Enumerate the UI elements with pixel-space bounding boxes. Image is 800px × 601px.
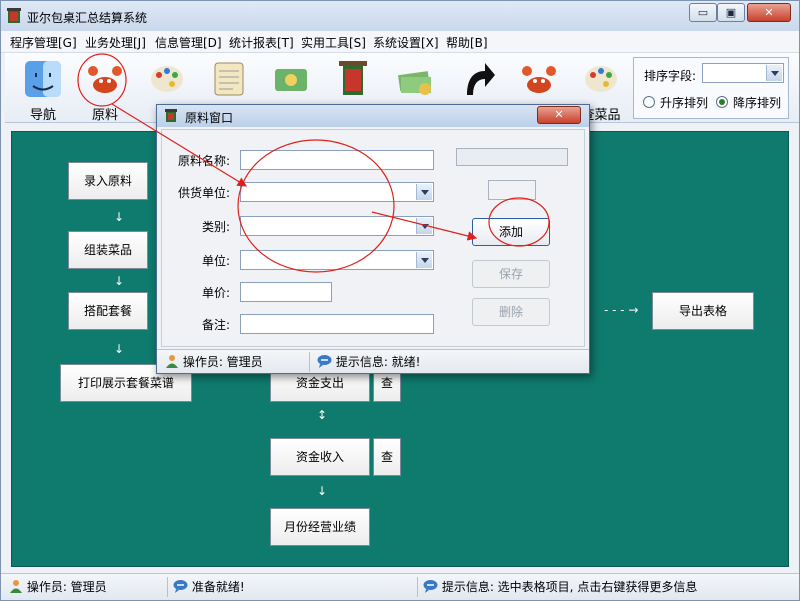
chat-bubble-icon	[317, 355, 332, 368]
dialog-title: 原料窗口	[185, 111, 234, 125]
status-hint-text: 提示信息: 选中表格项目, 点击右键获得更多信息	[441, 580, 698, 594]
dialog-body: 原料名称: 供货单位: 类别: 单位: 单价: 备注: 添加 保存 删除	[161, 129, 585, 347]
crab-icon	[88, 66, 122, 93]
toolbar-label-nav: 导航	[29, 108, 56, 123]
info-readonly-box	[456, 148, 568, 166]
sort-field-label: 排序字段:	[644, 69, 697, 83]
window-title: 亚尔包桌汇总结算系统	[27, 11, 148, 25]
dialog-status-bar: 操作员: 管理员 提示信息: 就绪!	[157, 349, 589, 373]
add-button[interactable]: 添加	[472, 218, 550, 246]
status-ready: 准备就绪!	[173, 577, 413, 597]
menu-business[interactable]: 业务处理[J]	[85, 34, 146, 51]
flow-arrow-down: ↓	[317, 484, 328, 498]
bun-scroll-icon	[339, 61, 367, 95]
fund-income-query-button[interactable]: 查	[373, 438, 401, 476]
toolbar-button-nav[interactable]: 导航	[15, 55, 71, 123]
dialog-title-bar: 原料窗口 ✕	[157, 105, 589, 127]
chevron-down-icon[interactable]	[416, 184, 432, 200]
dialog-close-button[interactable]: ✕	[537, 106, 581, 124]
menu-program[interactable]: 程序管理[G]	[10, 34, 77, 51]
material-dialog: 原料窗口 ✕ 原料名称: 供货单位: 类别: 单位: 单价: 备注: 添加 保存…	[156, 104, 590, 374]
chevron-down-icon[interactable]	[416, 252, 432, 268]
crab-icon	[522, 66, 556, 93]
image-placeholder-box	[488, 180, 536, 200]
cash-stack-icon	[398, 71, 431, 95]
status-bar: 操作员: 管理员 准备就绪! 提示信息: 选中表格项目, 点击右键获得更多信息	[1, 573, 799, 600]
dialog-status-operator-text: 操作员: 管理员	[182, 355, 263, 369]
status-operator-text: 操作员: 管理员	[26, 580, 107, 594]
title-bar: 亚尔包桌汇总结算系统 ▭ ▣ ✕	[1, 1, 799, 31]
chevron-down-icon[interactable]	[766, 65, 782, 81]
black-arrow-icon	[467, 63, 495, 95]
toolbar-button-material[interactable]: 原料	[77, 55, 133, 123]
material-name-label: 原料名称:	[177, 154, 230, 168]
minimize-button[interactable]: ▭	[689, 3, 717, 22]
user-icon	[166, 355, 178, 368]
menu-tools[interactable]: 实用工具[S]	[301, 34, 366, 51]
unit-combo[interactable]	[240, 250, 434, 270]
sort-asc-label[interactable]: 升序排列	[660, 94, 708, 111]
menu-settings[interactable]: 系统设置[X]	[373, 34, 439, 51]
price-label: 单价:	[201, 286, 230, 300]
status-hint: 提示信息: 选中表格项目, 点击右键获得更多信息	[423, 577, 793, 597]
sort-desc-radio[interactable]	[716, 96, 728, 108]
maximize-button[interactable]: ▣	[717, 3, 745, 22]
enter-material-button[interactable]: 录入原料	[68, 162, 148, 200]
notepad-icon	[214, 62, 244, 96]
dialog-status-message: 提示信息: 就绪!	[317, 352, 577, 372]
status-divider	[309, 352, 310, 372]
status-operator: 操作员: 管理员	[9, 577, 159, 597]
sort-field-select[interactable]	[702, 63, 784, 83]
chevron-down-icon[interactable]	[416, 218, 432, 234]
monthly-performance-button[interactable]: 月份经营业绩	[270, 508, 370, 546]
supplier-label: 供货单位:	[177, 186, 230, 200]
user-icon	[10, 580, 22, 593]
app-icon	[165, 109, 177, 122]
flow-arrow-updown: ↕	[317, 408, 328, 422]
delete-button[interactable]: 删除	[472, 298, 550, 326]
chat-bubble-icon	[423, 580, 438, 593]
sort-desc-label[interactable]: 降序排列	[733, 94, 781, 111]
sort-asc-radio[interactable]	[643, 96, 655, 108]
status-divider	[417, 577, 418, 597]
flow-arrow-right: - - - →	[604, 303, 639, 317]
palette-icon	[585, 66, 617, 92]
toolbar-label-material: 原料	[91, 108, 118, 123]
sort-panel: 排序字段: 升序排列 降序排列	[633, 57, 789, 119]
menu-bar: 程序管理[G] 业务处理[J] 信息管理[D] 统计报表[T] 实用工具[S] …	[1, 31, 799, 53]
palette-icon	[151, 66, 183, 92]
menu-help[interactable]: 帮助[B]	[446, 34, 488, 51]
menu-info[interactable]: 信息管理[D]	[155, 34, 222, 51]
status-ready-text: 准备就绪!	[191, 580, 245, 594]
money-icon	[275, 69, 307, 91]
status-divider	[167, 577, 168, 597]
save-button[interactable]: 保存	[472, 260, 550, 288]
export-table-button[interactable]: 导出表格	[652, 292, 754, 330]
remark-label: 备注:	[201, 318, 230, 332]
dialog-status-message-text: 提示信息: 就绪!	[335, 355, 421, 369]
menu-reports[interactable]: 统计报表[T]	[229, 34, 294, 51]
price-input[interactable]	[240, 282, 332, 302]
flow-arrow-down: ↓	[114, 342, 125, 356]
category-label: 类别:	[201, 220, 230, 234]
mac-finder-icon	[25, 61, 61, 97]
close-button[interactable]: ✕	[747, 3, 791, 22]
flow-arrow-down: ↓	[114, 210, 125, 224]
chat-bubble-icon	[173, 580, 188, 593]
assemble-dish-button[interactable]: 组装菜品	[68, 231, 148, 269]
supplier-combo[interactable]	[240, 182, 434, 202]
remark-input[interactable]	[240, 314, 434, 334]
material-name-input[interactable]	[240, 150, 434, 170]
category-combo[interactable]	[240, 216, 434, 236]
flow-arrow-down: ↓	[114, 274, 125, 288]
match-set-button[interactable]: 搭配套餐	[68, 292, 148, 330]
unit-label: 单位:	[201, 254, 230, 268]
dialog-status-operator: 操作员: 管理员	[165, 352, 305, 372]
fund-income-button[interactable]: 资金收入	[270, 438, 370, 476]
app-icon	[7, 8, 21, 23]
